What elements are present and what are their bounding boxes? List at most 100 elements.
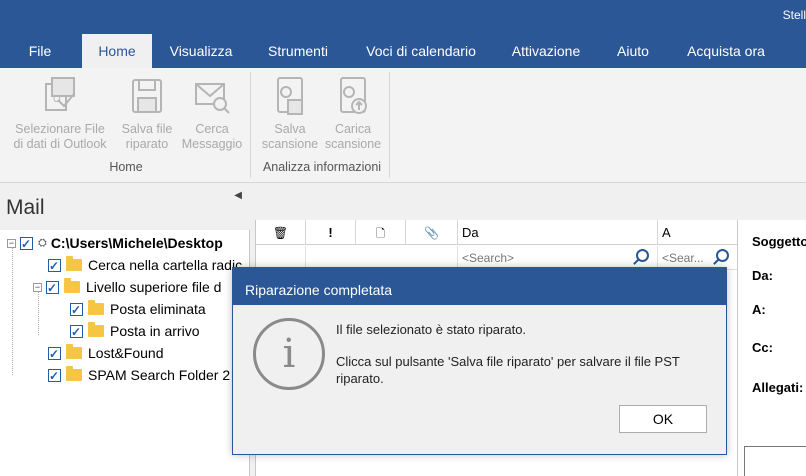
preview-cc-label: Cc: xyxy=(752,340,773,355)
tree-item-label: Posta eliminata xyxy=(110,301,206,317)
group-label-home: Home xyxy=(109,160,143,174)
load-scan-label-1: Carica xyxy=(334,122,372,136)
select-outlook-file-icon: O xyxy=(45,77,75,111)
tab-voci-di-calendario[interactable]: Voci di calendario xyxy=(358,34,484,68)
column-delete[interactable]: 🗑 xyxy=(256,220,306,245)
save-scan-label-2: scansione xyxy=(261,137,319,151)
column-from[interactable]: Da xyxy=(458,220,658,245)
ribbon-tabs: File Home Visualizza Strumenti Voci di c… xyxy=(0,34,806,68)
ribbon-separator xyxy=(389,72,390,178)
tree-item-cerca[interactable]: Cerca nella cartella radic xyxy=(48,254,243,277)
tree-item-label: SPAM Search Folder 2 xyxy=(88,367,231,383)
tree-item-lost-found[interactable]: Lost&Found xyxy=(48,342,164,365)
tree-item-spam-search[interactable]: SPAM Search Folder 2 xyxy=(48,364,231,387)
collapse-pane-icon[interactable]: ◀ xyxy=(234,190,242,201)
tab-acquista-ora[interactable]: Acquista ora xyxy=(678,34,774,68)
save-scan-label-1: Salva xyxy=(274,122,306,136)
checkbox[interactable] xyxy=(70,299,83,321)
dialog-message-2: Clicca sul pulsante 'Salva file riparato… xyxy=(336,354,680,369)
nav-title: Mail xyxy=(6,196,45,219)
preview-subject-label: Soggetto xyxy=(752,234,806,249)
tree-item-posta-eliminata[interactable]: Posta eliminata xyxy=(70,298,206,321)
checkbox[interactable] xyxy=(20,233,33,255)
tree-item-label: Livello superiore file d xyxy=(86,279,222,295)
preview-attachments-label: Allegati: xyxy=(752,380,804,395)
tab-file[interactable]: File xyxy=(18,34,62,68)
search-icon[interactable] xyxy=(716,249,729,262)
title-bar: Stell xyxy=(0,0,806,34)
select-outlook-file-label-2: di dati di Outlook xyxy=(13,137,107,151)
preview-to-label: A: xyxy=(752,302,766,317)
save-repaired-file-label-1: Salva file xyxy=(121,122,173,136)
ribbon: O Selezionare File di dati di Outlook Sa… xyxy=(0,68,806,183)
checkbox[interactable] xyxy=(46,277,59,299)
load-scan-label-2: scansione xyxy=(324,137,382,151)
collapse-icon[interactable]: − xyxy=(7,238,16,248)
importance-icon: ! xyxy=(328,225,333,240)
checkbox[interactable] xyxy=(70,321,83,343)
tab-strumenti[interactable]: Strumenti xyxy=(258,34,338,68)
tree-item-label: Posta in arrivo xyxy=(110,323,200,339)
column-to[interactable]: A xyxy=(658,220,738,245)
checkbox[interactable] xyxy=(48,255,61,277)
load-scan-icon xyxy=(340,77,367,114)
dialog-message-3: riparato. xyxy=(336,371,384,386)
trash-icon: 🗑 xyxy=(272,226,289,240)
column-to-label: A xyxy=(662,225,671,240)
search-from-placeholder: <Search> xyxy=(462,251,515,265)
column-item-type[interactable]: 🗋 xyxy=(356,220,406,245)
tree-item-posta-in-arrivo[interactable]: Posta in arrivo xyxy=(70,320,200,343)
column-header-row: 🗑 ! 🗋 📎 Da A xyxy=(256,220,738,245)
load-scan-button[interactable]: Carica scansione xyxy=(322,74,384,152)
tab-visualizza[interactable]: Visualizza xyxy=(164,34,238,68)
folder-icon xyxy=(88,300,104,315)
folder-icon xyxy=(66,344,82,359)
preview-pane: Soggetto Da: A: Cc: Allegati: xyxy=(737,220,806,476)
preview-body-box xyxy=(744,446,806,476)
search-message-icon xyxy=(195,83,230,114)
pst-file-icon: ⛭ xyxy=(38,237,47,249)
select-outlook-file-button[interactable]: O Selezionare File di dati di Outlook xyxy=(6,74,114,152)
select-outlook-file-label-1: Selezionare File xyxy=(15,122,105,136)
tab-home[interactable]: Home xyxy=(82,34,152,68)
tree-item-root[interactable]: − ⛭ C:\Users\Michele\Desktop xyxy=(7,232,223,255)
nav-header: Mail ◀ xyxy=(0,184,250,230)
tab-aiuto[interactable]: Aiuto xyxy=(608,34,658,68)
dialog-message-1: Il file selezionato è stato riparato. xyxy=(336,322,527,337)
ribbon-separator xyxy=(250,72,251,178)
group-label-analizza: Analizza informazioni xyxy=(262,160,382,174)
save-scan-button[interactable]: Salva scansione xyxy=(258,74,322,152)
search-to-placeholder: <Sear... xyxy=(662,251,704,265)
folder-icon xyxy=(64,278,80,293)
folder-icon xyxy=(88,322,104,337)
save-file-icon xyxy=(132,79,162,113)
repair-complete-dialog: Riparazione completata i Il file selezio… xyxy=(232,267,727,455)
save-repaired-file-button[interactable]: Salva file riparato xyxy=(116,74,178,152)
preview-from-label: Da: xyxy=(752,268,773,283)
folder-icon xyxy=(66,366,82,381)
tab-attivazione[interactable]: Attivazione xyxy=(502,34,590,68)
mail-navigation-pane: Mail ◀ − ⛭ C:\Users\Michele\Desktop Cerc… xyxy=(0,184,250,476)
tree-line xyxy=(12,247,13,375)
checkbox[interactable] xyxy=(48,365,61,387)
search-message-button[interactable]: Cerca Messaggio xyxy=(178,74,246,152)
search-message-label-1: Cerca xyxy=(195,122,229,136)
dialog-title: Riparazione completata xyxy=(233,268,726,305)
column-attachment[interactable]: 📎 xyxy=(406,220,458,245)
ok-button[interactable]: OK xyxy=(619,405,707,433)
save-scan-icon xyxy=(277,77,303,115)
checkbox[interactable] xyxy=(48,343,61,365)
folder-icon xyxy=(66,256,82,271)
search-icon[interactable] xyxy=(636,249,649,262)
tree-item-label: Lost&Found xyxy=(88,345,164,361)
paperclip-icon: 📎 xyxy=(424,226,439,240)
column-importance[interactable]: ! xyxy=(306,220,356,245)
tree-item-livello[interactable]: − Livello superiore file d xyxy=(33,276,222,299)
tree-item-label: Cerca nella cartella radic xyxy=(88,257,243,273)
save-repaired-file-label-2: riparato xyxy=(125,137,169,151)
collapse-icon[interactable]: − xyxy=(33,282,42,292)
tree-item-label: C:\Users\Michele\Desktop xyxy=(50,235,223,251)
document-icon: 🗋 xyxy=(376,228,385,240)
info-icon: i xyxy=(253,318,325,390)
svg-text:O: O xyxy=(53,94,61,105)
